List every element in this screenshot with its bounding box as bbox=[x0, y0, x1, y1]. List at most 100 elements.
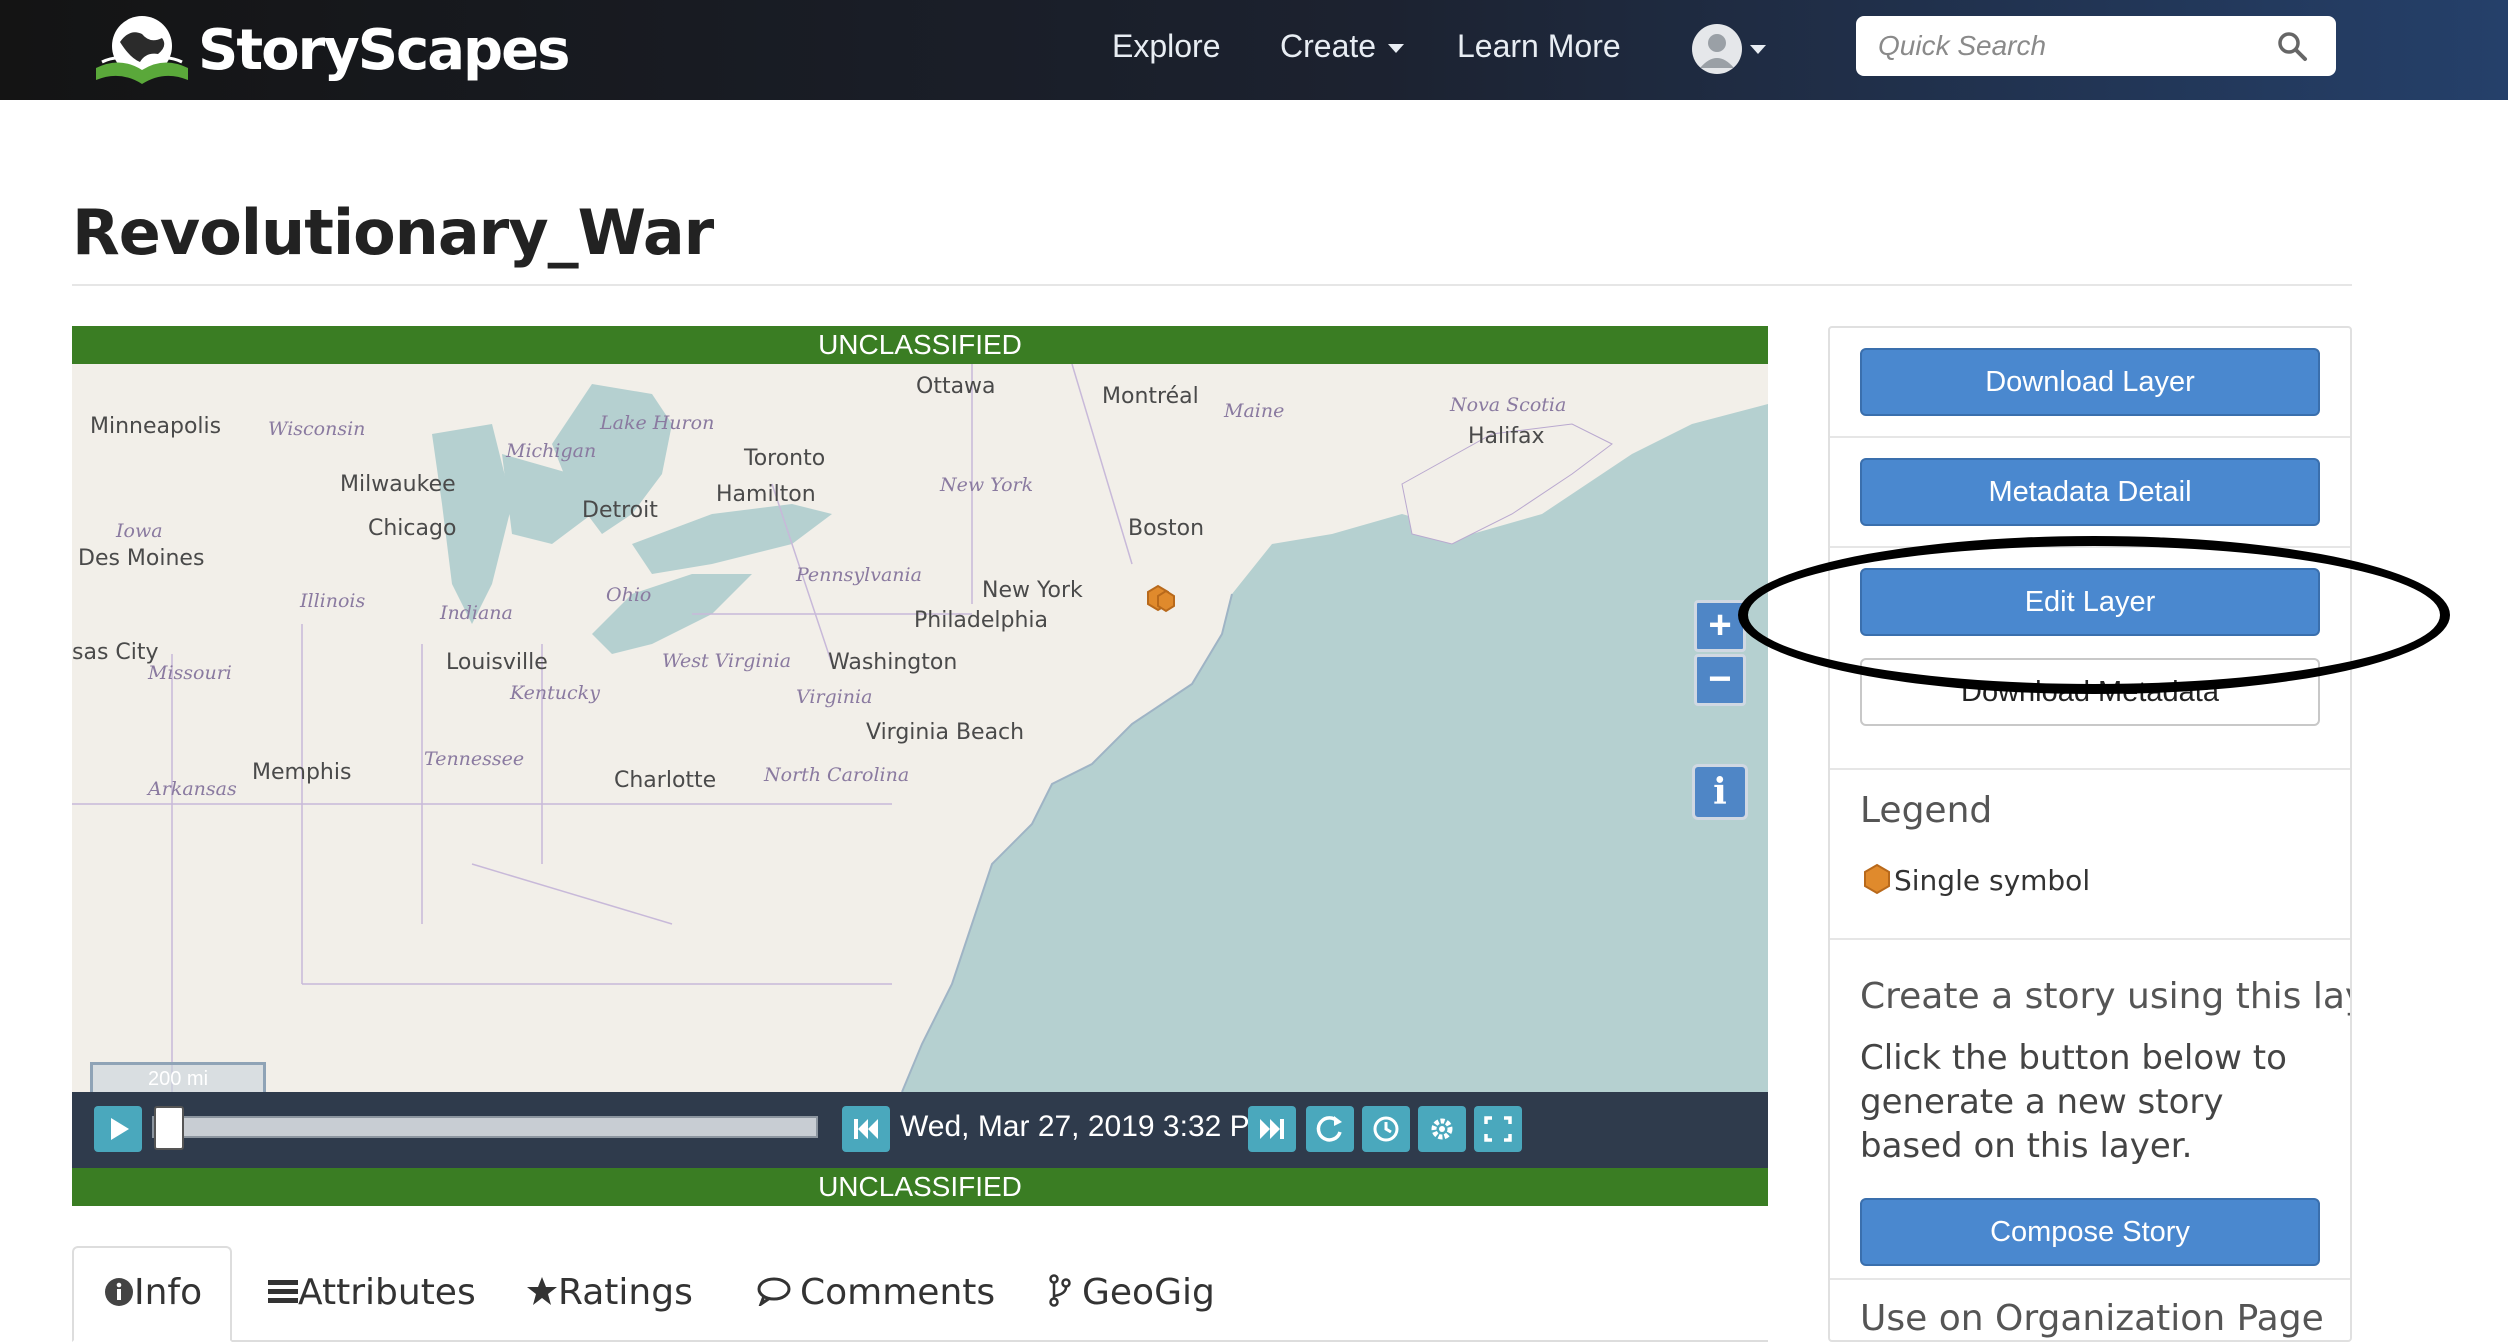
classification-banner-top: UNCLASSIFIED bbox=[72, 326, 1768, 364]
metadata-detail-button[interactable]: Metadata Detail bbox=[1860, 458, 2320, 526]
info-circle-icon bbox=[105, 1278, 133, 1306]
map-label: Michigan bbox=[506, 440, 597, 462]
download-metadata-button[interactable]: Download Metadata bbox=[1860, 658, 2320, 726]
compose-story-button[interactable]: Compose Story bbox=[1860, 1198, 2320, 1266]
timeline-slider-handle[interactable] bbox=[154, 1106, 184, 1150]
map-label: Milwaukee bbox=[340, 472, 456, 497]
map-label: Illinois bbox=[300, 590, 366, 612]
map-label: Memphis bbox=[252, 760, 352, 785]
map-label: Ohio bbox=[606, 584, 652, 606]
sidebar-section: Metadata Detail bbox=[1830, 438, 2350, 548]
tab-label: GeoGig bbox=[1082, 1272, 1215, 1313]
map-label: Tennessee bbox=[424, 748, 525, 770]
avatar bbox=[1692, 24, 1742, 74]
story-section: Create a story using this layer Click th… bbox=[1830, 940, 2350, 1280]
tab-label: Info bbox=[134, 1272, 203, 1313]
map-label: Ottawa bbox=[916, 374, 996, 399]
fullscreen-icon bbox=[1484, 1116, 1512, 1142]
map-label: Indiana bbox=[440, 602, 513, 624]
map-label: Lake Huron bbox=[600, 412, 715, 434]
star-icon bbox=[527, 1277, 557, 1305]
map-label: Pennsylvania bbox=[796, 564, 922, 586]
time-button[interactable] bbox=[1362, 1106, 1410, 1152]
tab-attributes[interactable]: Attributes bbox=[268, 1272, 476, 1313]
map-label: Washington bbox=[828, 650, 958, 675]
previous-button[interactable] bbox=[842, 1106, 890, 1152]
map-label: Virginia bbox=[796, 686, 873, 708]
tab-comments[interactable]: Comments bbox=[756, 1272, 995, 1313]
map-info-button[interactable]: i bbox=[1692, 764, 1748, 820]
search-input[interactable] bbox=[1878, 26, 2268, 66]
map-label: Des Moines bbox=[78, 546, 205, 571]
refresh-icon bbox=[1316, 1116, 1342, 1142]
chevron-down-icon bbox=[1750, 45, 1766, 54]
map-label: Wisconsin bbox=[268, 418, 366, 440]
map-label: Louisville bbox=[446, 650, 548, 675]
timeline-slider[interactable] bbox=[152, 1116, 818, 1138]
clock-icon bbox=[1373, 1116, 1399, 1142]
map-label: Toronto bbox=[744, 446, 826, 471]
tab-ratings[interactable]: Ratings bbox=[526, 1272, 693, 1313]
loop-button[interactable] bbox=[1306, 1106, 1354, 1152]
map-label: New York bbox=[940, 474, 1034, 496]
comment-icon bbox=[757, 1277, 791, 1308]
tab-info[interactable]: Info bbox=[104, 1272, 202, 1313]
download-layer-button[interactable]: Download Layer bbox=[1860, 348, 2320, 416]
page-title: Revolutionary_War bbox=[72, 196, 714, 269]
map-label: Virginia Beach bbox=[866, 720, 1025, 745]
map-label: Chicago bbox=[368, 516, 457, 541]
brand-logo[interactable]: StoryScapes bbox=[90, 12, 570, 88]
map-label: Philadelphia bbox=[914, 608, 1049, 633]
timeline-controls: Wed, Mar 27, 2019 3:32 PM bbox=[72, 1092, 1768, 1168]
classification-banner-bottom: UNCLASSIFIED bbox=[72, 1168, 1768, 1206]
timeline-date: Wed, Mar 27, 2019 3:32 PM bbox=[900, 1110, 1275, 1143]
edit-layer-button[interactable]: Edit Layer bbox=[1860, 568, 2320, 636]
divider bbox=[72, 284, 2352, 286]
nav-create-label: Create bbox=[1280, 28, 1377, 64]
map-label: Hamilton bbox=[716, 482, 816, 507]
map-label: Nova Scotia bbox=[1450, 394, 1567, 416]
user-icon bbox=[1700, 34, 1734, 68]
map-viewport[interactable]: Ottawa Montréal Minneapolis Wisconsin La… bbox=[72, 364, 1768, 1092]
sidebar-section: Download Layer bbox=[1830, 328, 2350, 438]
list-icon bbox=[268, 1280, 298, 1303]
search-icon[interactable] bbox=[2276, 30, 2308, 62]
story-text: Click the button below to generate a new… bbox=[1860, 1038, 2287, 1166]
nav-create[interactable]: Create bbox=[1280, 28, 1405, 65]
brand-name: StoryScapes bbox=[198, 18, 570, 83]
fullscreen-button[interactable] bbox=[1474, 1106, 1522, 1152]
next-button[interactable] bbox=[1248, 1106, 1296, 1152]
sidebar-section: Edit Layer bbox=[1830, 548, 2350, 658]
tab-geogig[interactable]: GeoGig bbox=[1048, 1272, 1215, 1313]
legend-symbol-icon bbox=[1864, 863, 1890, 895]
layer-sidebar: Download Layer Metadata Detail Edit Laye… bbox=[1828, 326, 2352, 1342]
nav-explore[interactable]: Explore bbox=[1112, 28, 1221, 65]
map-label: Kentucky bbox=[510, 682, 600, 704]
gear-icon bbox=[1431, 1118, 1453, 1140]
map-label: Detroit bbox=[582, 498, 658, 523]
map-label: Maine bbox=[1224, 400, 1285, 422]
settings-button[interactable] bbox=[1418, 1106, 1466, 1152]
story-title: Create a story using this layer bbox=[1860, 976, 2352, 1017]
zoom-out-button[interactable]: − bbox=[1694, 654, 1746, 706]
layer-tabs: Info Attributes Ratings Comments GeoGig bbox=[72, 1246, 1768, 1342]
map-label: West Virginia bbox=[662, 650, 792, 672]
branch-icon bbox=[1049, 1274, 1071, 1307]
play-button[interactable] bbox=[94, 1106, 142, 1152]
scale-bar: 200 mi bbox=[90, 1062, 266, 1092]
map-label: North Carolina bbox=[764, 764, 910, 786]
legend-item: Single symbol bbox=[1894, 864, 2091, 897]
zoom-in-button[interactable]: + bbox=[1694, 600, 1746, 652]
legend-title: Legend bbox=[1860, 790, 1993, 831]
nav-learn-more[interactable]: Learn More bbox=[1457, 28, 1621, 65]
map-label: Iowa bbox=[116, 520, 163, 542]
top-navbar: StoryScapes Explore Create Learn More bbox=[0, 0, 2508, 100]
user-menu[interactable] bbox=[1692, 24, 1772, 74]
legend-section: Legend Single symbol bbox=[1830, 770, 2350, 940]
map-label: sas City bbox=[72, 640, 159, 665]
skip-forward-icon bbox=[1260, 1119, 1284, 1139]
sidebar-section: Download Metadata bbox=[1830, 658, 2350, 770]
map-panel: UNCLASSIFIED Ottawa Montréal Minneapolis… bbox=[72, 326, 1768, 1206]
tab-label: Attributes bbox=[298, 1272, 476, 1313]
quick-search bbox=[1856, 16, 2336, 76]
